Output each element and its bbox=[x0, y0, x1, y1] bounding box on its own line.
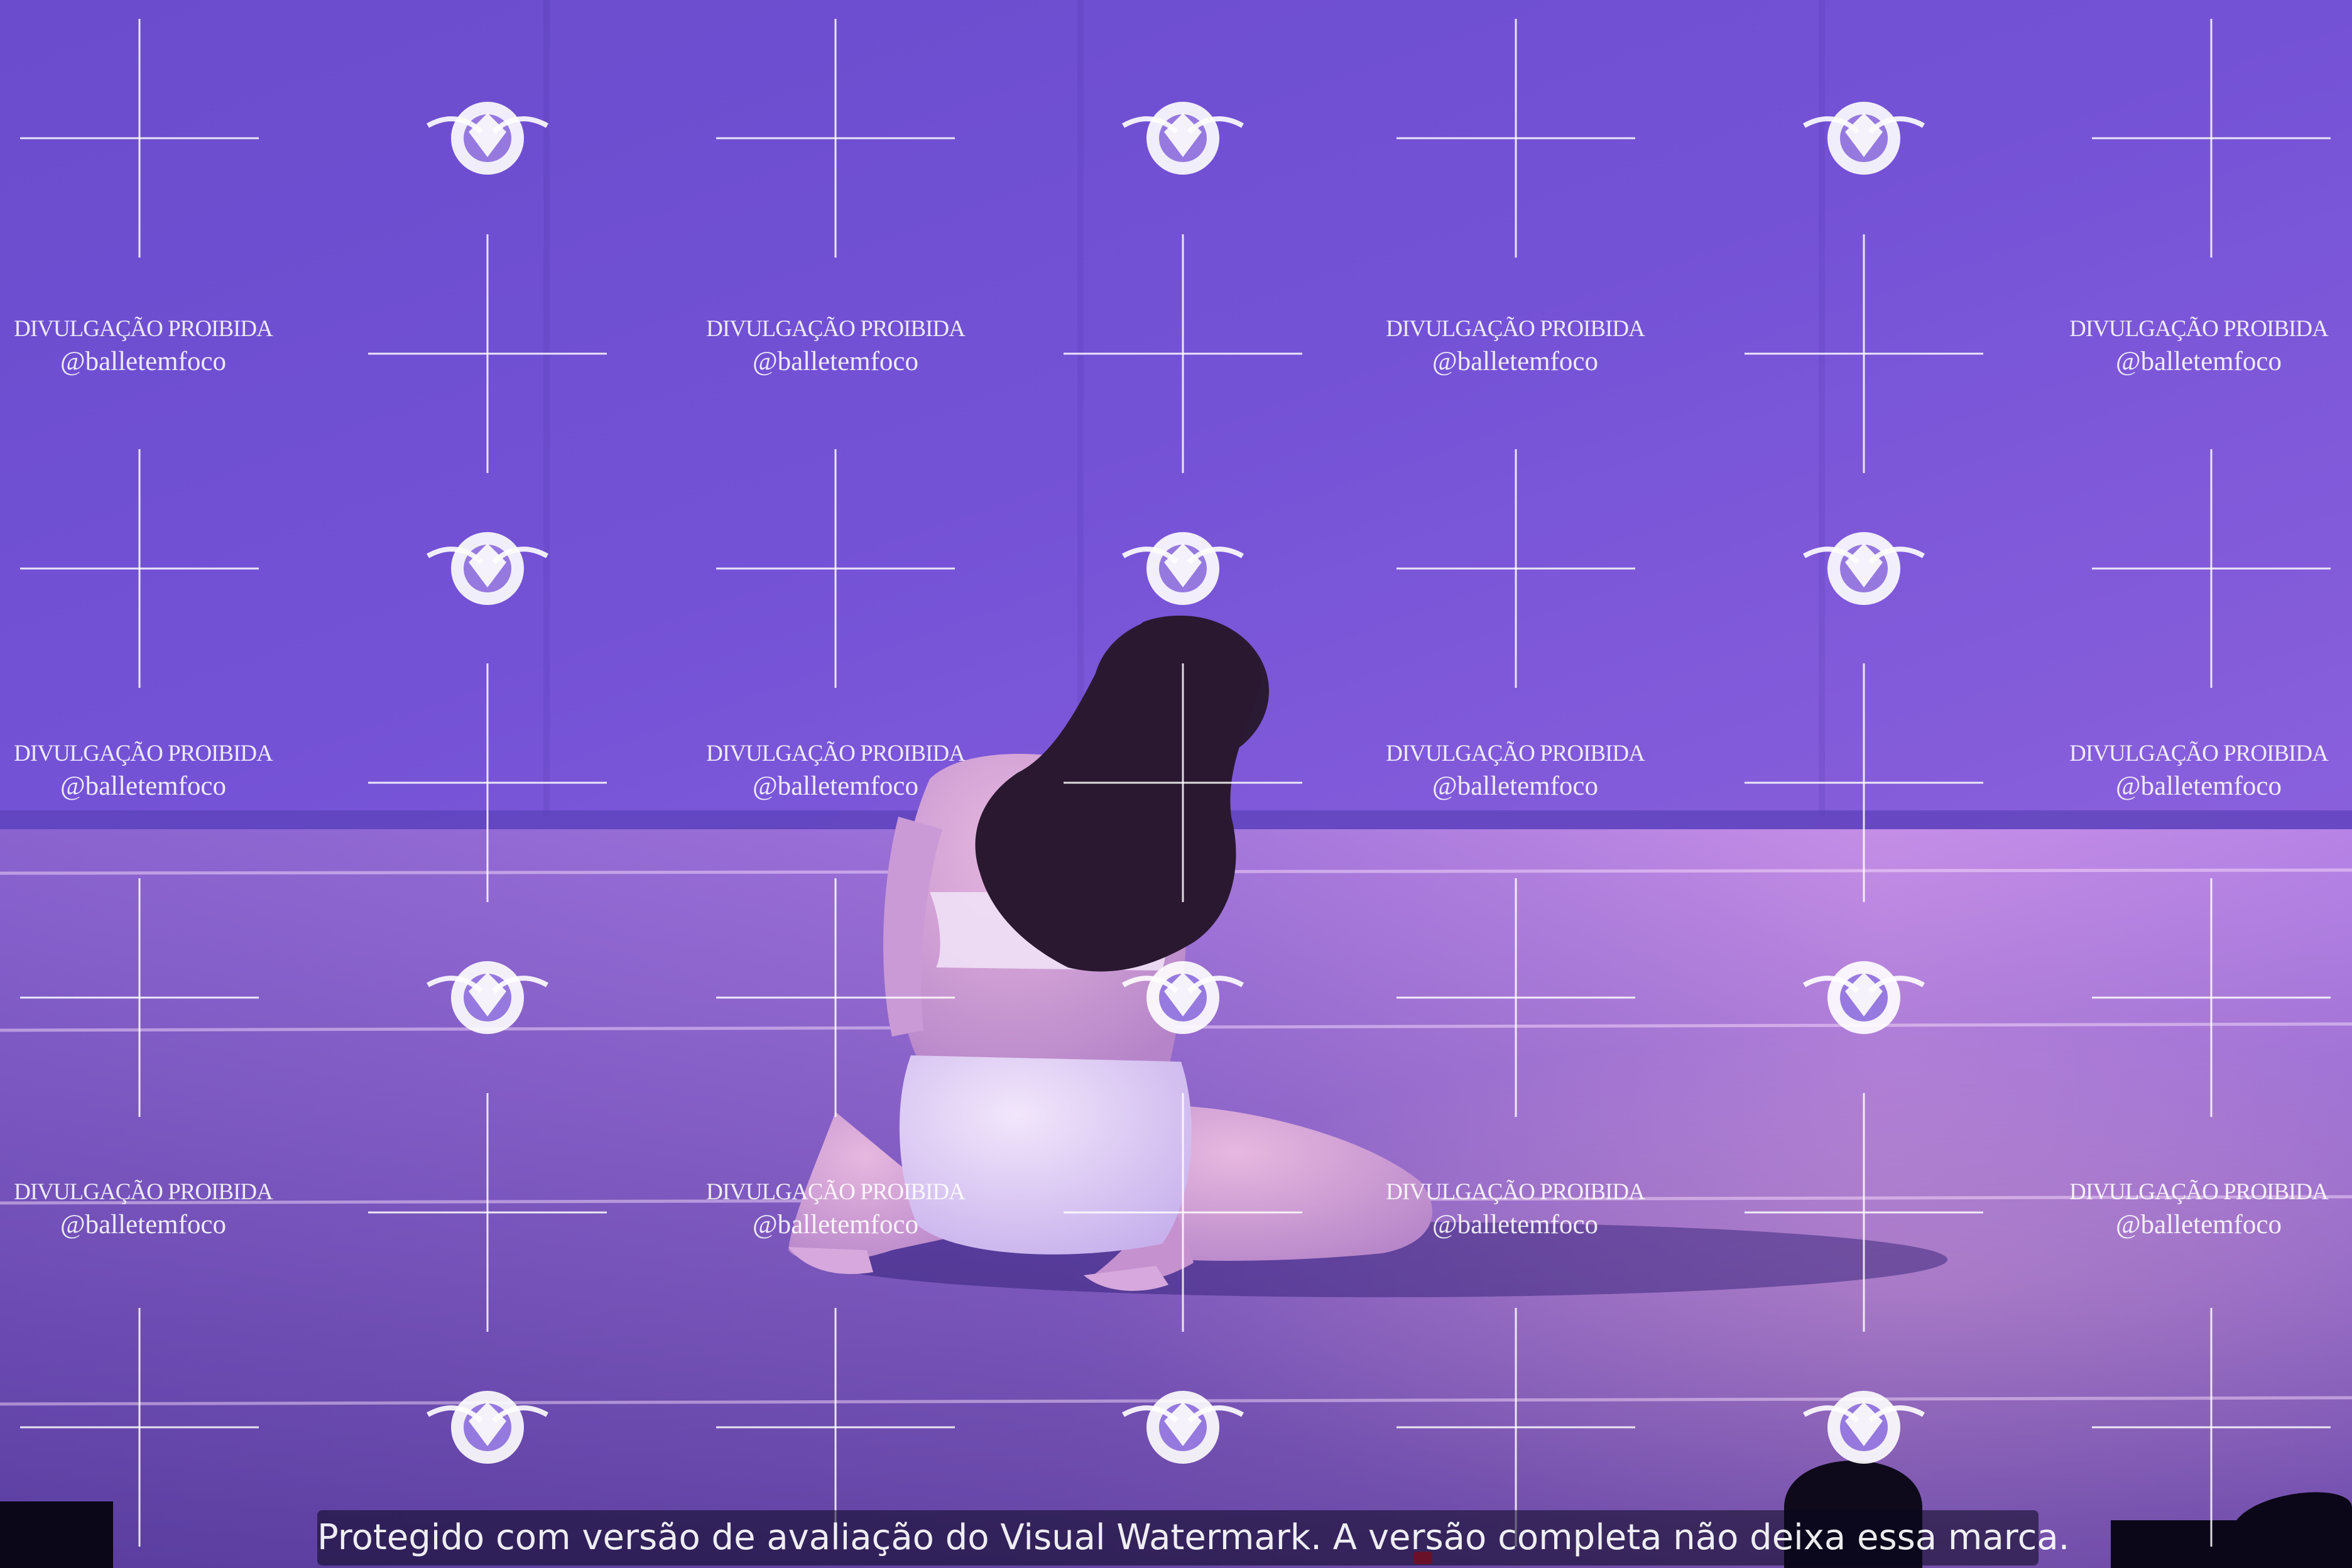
watermark-label: DIVULGAÇÃO PROIBIDA @balletemfoco bbox=[2048, 740, 2349, 805]
watermark-handle: @balletemfoco bbox=[1432, 771, 1599, 801]
watermark-label: DIVULGAÇÃO PROIBIDA @balletemfoco bbox=[1364, 740, 1666, 805]
watermark-handle: @balletemfoco bbox=[2115, 347, 2282, 376]
watermark-line1: DIVULGAÇÃO PROIBIDA bbox=[2069, 741, 2329, 766]
watermark-line1: DIVULGAÇÃO PROIBIDA bbox=[14, 1179, 273, 1205]
watermark-label: DIVULGAÇÃO PROIBIDA @balletemfoco bbox=[685, 740, 986, 805]
watermark-label: DIVULGAÇÃO PROIBIDA @balletemfoco bbox=[2048, 315, 2349, 381]
watermark-handle: @balletemfoco bbox=[2115, 1210, 2282, 1239]
watermark-line1: DIVULGAÇÃO PROIBIDA bbox=[14, 741, 273, 766]
watermark-line1: DIVULGAÇÃO PROIBIDA bbox=[1386, 1179, 1645, 1205]
watermark-label: DIVULGAÇÃO PROIBIDA @balletemfoco bbox=[685, 1179, 986, 1244]
watermark-line1: DIVULGAÇÃO PROIBIDA bbox=[706, 316, 966, 342]
watermark-handle: @balletemfoco bbox=[752, 1210, 919, 1239]
watermark-line1: DIVULGAÇÃO PROIBIDA bbox=[2069, 316, 2329, 342]
watermark-line1: DIVULGAÇÃO PROIBIDA bbox=[706, 1179, 966, 1205]
watermark-label: DIVULGAÇÃO PROIBIDA @balletemfoco bbox=[2048, 1179, 2349, 1244]
watermark-label: DIVULGAÇÃO PROIBIDA @balletemfoco bbox=[1364, 1179, 1666, 1244]
watermark-label: DIVULGAÇÃO PROIBIDA @balletemfoco bbox=[685, 315, 986, 381]
stage-photo bbox=[0, 0, 2352, 1568]
watermark-line1: DIVULGAÇÃO PROIBIDA bbox=[1386, 316, 1645, 342]
watermark-handle: @balletemfoco bbox=[60, 771, 227, 801]
watermark-handle: @balletemfoco bbox=[2115, 771, 2282, 801]
watermark-handle: @balletemfoco bbox=[1432, 1210, 1599, 1239]
watermark-line1: DIVULGAÇÃO PROIBIDA bbox=[1386, 741, 1645, 766]
watermark-line1: DIVULGAÇÃO PROIBIDA bbox=[706, 741, 966, 766]
watermark-label: DIVULGAÇÃO PROIBIDA @balletemfoco bbox=[0, 740, 294, 805]
watermark-handle: @balletemfoco bbox=[752, 771, 919, 801]
watermark-line1: DIVULGAÇÃO PROIBIDA bbox=[2069, 1179, 2329, 1205]
watermark-label: DIVULGAÇÃO PROIBIDA @balletemfoco bbox=[0, 1179, 294, 1244]
watermark-handle: @balletemfoco bbox=[60, 347, 227, 376]
watermark-label: DIVULGAÇÃO PROIBIDA @balletemfoco bbox=[1364, 315, 1666, 381]
watermark-label: DIVULGAÇÃO PROIBIDA @balletemfoco bbox=[0, 315, 294, 381]
watermark-handle: @balletemfoco bbox=[1432, 347, 1599, 376]
watermark-line1: DIVULGAÇÃO PROIBIDA bbox=[14, 316, 273, 342]
watermark-handle: @balletemfoco bbox=[60, 1210, 227, 1239]
watermark-handle: @balletemfoco bbox=[752, 347, 919, 376]
evaluation-notice: Protegido com versão de avaliação do Vis… bbox=[317, 1517, 2070, 1558]
